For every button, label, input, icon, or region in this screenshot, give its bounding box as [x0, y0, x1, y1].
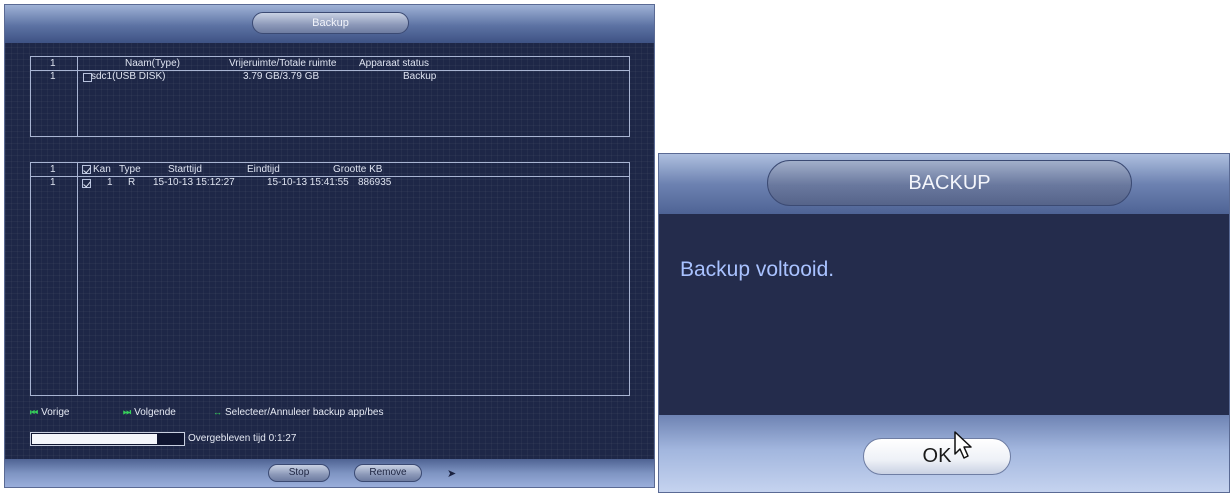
next-link[interactable]: ⏭ Volgende: [123, 407, 176, 418]
header-name: Naam(Type): [125, 58, 181, 69]
files-count: 1: [50, 164, 56, 175]
remove-button[interactable]: Remove: [354, 464, 422, 482]
dialog-title: BACKUP: [767, 160, 1132, 206]
ok-button[interactable]: OK: [863, 438, 1011, 475]
backup-progress-bar: [30, 432, 185, 446]
devices-table: 1 Naam(Type) Vrijeruimte/Totale ruimte A…: [30, 56, 630, 137]
header-start: Starttijd: [168, 164, 202, 175]
device-status: Backup: [403, 71, 437, 82]
backup-bottombar: Stop Remove ➤: [5, 459, 654, 487]
dialog-bottombar: OK: [659, 415, 1229, 492]
pointer-cursor-icon: ➤: [447, 468, 457, 480]
select-label: Selecteer/Annuleer backup app/bes: [225, 407, 384, 418]
file-end: 15-10-13 15:41:55: [267, 177, 349, 188]
next-label: Volgende: [134, 407, 176, 418]
prev-link[interactable]: ⏮ Vorige: [30, 407, 69, 418]
header-type: Type: [119, 164, 141, 175]
row-index: 1: [50, 177, 56, 188]
file-checkbox[interactable]: [82, 179, 91, 188]
header-channel: Kan: [93, 164, 111, 175]
device-name: sdc1(USB DISK): [91, 71, 166, 82]
next-page-icon: ⏭: [123, 407, 132, 417]
dialog-titlebar: BACKUP: [659, 154, 1229, 214]
row-index: 1: [50, 71, 56, 82]
stop-button[interactable]: Stop: [268, 464, 330, 482]
backup-window: Backup 1 Naam(Type) Vrijeruimte/Totale r…: [4, 4, 655, 488]
select-toggle-icon: ↔: [213, 407, 222, 417]
files-table: 1 Kan Type Starttijd Eindtijd Grootte KB…: [30, 162, 630, 396]
device-space: 3.79 GB/3.79 GB: [243, 71, 320, 82]
file-type: R: [128, 177, 136, 188]
file-size: 886935: [358, 177, 392, 188]
prev-page-icon: ⏮: [30, 407, 39, 417]
column-divider: [77, 163, 78, 395]
devices-count: 1: [50, 58, 56, 69]
remaining-time: Overgebleven tijd 0:1:27: [188, 433, 297, 444]
pointer-cursor-icon: [954, 431, 972, 459]
select-hint[interactable]: ↔ Selecteer/Annuleer backup app/bes: [213, 407, 383, 418]
backup-complete-dialog: BACKUP Backup voltooid. OK: [658, 153, 1230, 493]
select-all-checkbox[interactable]: [82, 165, 91, 174]
backup-title: Backup: [252, 12, 409, 34]
prev-label: Vorige: [41, 407, 70, 418]
dialog-message: Backup voltooid.: [680, 258, 835, 281]
header-space: Vrijeruimte/Totale ruimte: [229, 58, 337, 69]
column-divider: [77, 57, 78, 136]
file-channel: 1: [107, 177, 113, 188]
header-size: Grootte KB: [333, 164, 383, 175]
file-start: 15-10-13 15:12:27: [153, 177, 235, 188]
header-status: Apparaat status: [359, 58, 430, 69]
backup-titlebar: Backup: [5, 5, 654, 43]
progress-fill: [32, 434, 157, 444]
header-end: Eindtijd: [247, 164, 280, 175]
